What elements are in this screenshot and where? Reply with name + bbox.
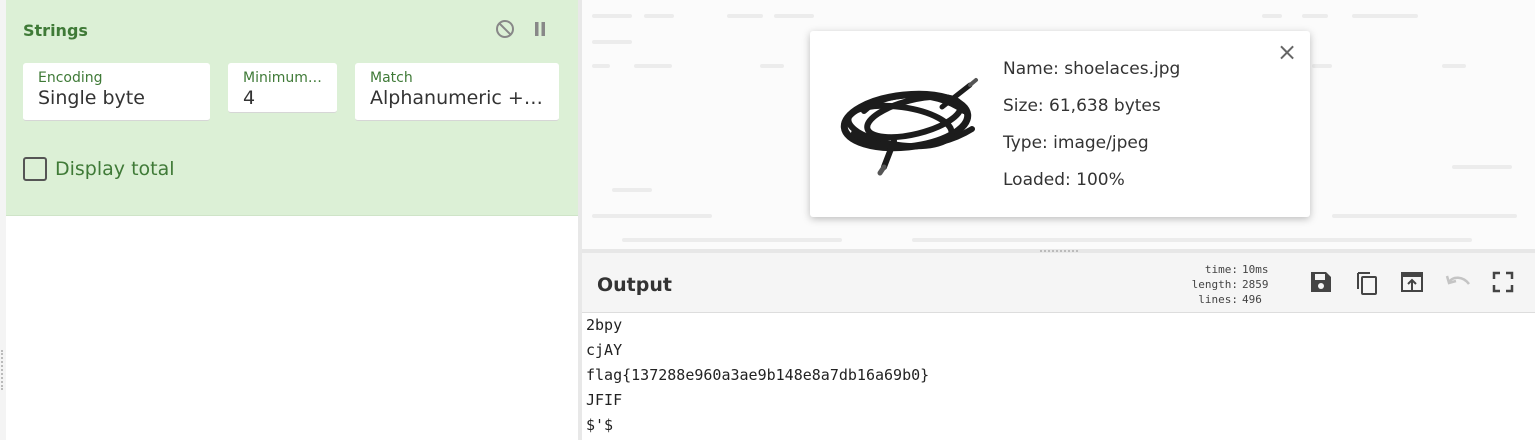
output-line: $'$ — [586, 416, 614, 434]
undo-switch-button[interactable] — [1443, 267, 1473, 297]
output-text-area[interactable]: 2bpy cjAY flag{137288e960a3ae9b148e8a7db16… — [582, 313, 1535, 440]
file-loaded: Loaded: 100% — [1003, 170, 1125, 190]
output-line: cjAY — [586, 341, 623, 359]
operation-title: Strings — [23, 21, 88, 40]
open-in-input-icon — [1401, 272, 1423, 292]
minimum-length-label: Minimum length — [243, 70, 322, 86]
save-output-button[interactable] — [1306, 267, 1336, 297]
output-title: Output — [597, 274, 672, 296]
time-label: time: — [1204, 263, 1238, 276]
cyberchef-app: Strings Encoding Single byte Minimum len… — [0, 0, 1535, 440]
display-total-label: Display total — [55, 158, 175, 180]
output-stats: time: 10ms length: 2859 lines: 496 — [1180, 262, 1276, 307]
recipe-resize-handle[interactable] — [1, 350, 4, 390]
encoding-select[interactable]: Encoding Single byte — [23, 63, 210, 121]
copy-icon — [1357, 272, 1377, 295]
replace-input-with-output-button[interactable] — [1397, 267, 1427, 297]
display-total-toggle[interactable]: Display total — [23, 157, 175, 181]
file-name: Name: shoelaces.jpg — [1003, 59, 1181, 79]
length-value: 2859 — [1242, 278, 1269, 291]
strings-operation: Strings Encoding Single byte Minimum len… — [6, 0, 578, 216]
output-line: 2bpy — [586, 316, 623, 334]
file-type: Type: image/jpeg — [1003, 133, 1149, 153]
minimum-length-input[interactable]: Minimum length 4 — [228, 63, 337, 113]
display-total-checkbox[interactable] — [23, 157, 47, 181]
output-lines: 2bpy cjAY flag{137288e960a3ae9b148e8a7db16… — [586, 313, 929, 438]
save-icon — [1311, 272, 1331, 292]
encoding-label: Encoding — [38, 70, 103, 86]
pause-icon — [535, 22, 545, 36]
file-size: Size: 61,638 bytes — [1003, 96, 1161, 116]
minimum-length-value: 4 — [243, 87, 256, 109]
disable-icon — [496, 20, 514, 38]
recipe-panel: Strings Encoding Single byte Minimum len… — [0, 0, 578, 440]
resizer-grip[interactable] — [1040, 250, 1078, 252]
output-line: JFIF — [586, 391, 623, 409]
match-label: Match — [370, 70, 413, 86]
fullscreen-icon — [1492, 271, 1514, 293]
match-value: Alphanumeric + punctuation (A) — [370, 87, 544, 109]
file-thumbnail-image — [840, 78, 978, 176]
output-header: Output time: 10ms length: 2859 lines: 49… — [582, 253, 1535, 313]
close-icon[interactable]: × — [1275, 40, 1299, 64]
disable-operation-button[interactable] — [494, 18, 516, 40]
lines-value: 496 — [1242, 293, 1262, 306]
copy-output-button[interactable] — [1352, 267, 1382, 297]
output-line: flag{137288e960a3ae9b148e8a7db16a69b0} — [586, 366, 930, 384]
maximise-output-button[interactable] — [1488, 267, 1518, 297]
lines-label: lines: — [1198, 293, 1238, 306]
undo-icon — [1445, 275, 1470, 285]
encoding-value: Single byte — [38, 87, 145, 109]
match-select[interactable]: Match Alphanumeric + punctuation (A) — [355, 63, 559, 121]
file-details-popup: × Name: shoelaces.jpg Size: 61,638 bytes… — [810, 31, 1310, 217]
length-label: length: — [1191, 278, 1238, 291]
breakpoint-button[interactable] — [529, 18, 551, 40]
time-value: 10ms — [1242, 263, 1269, 276]
